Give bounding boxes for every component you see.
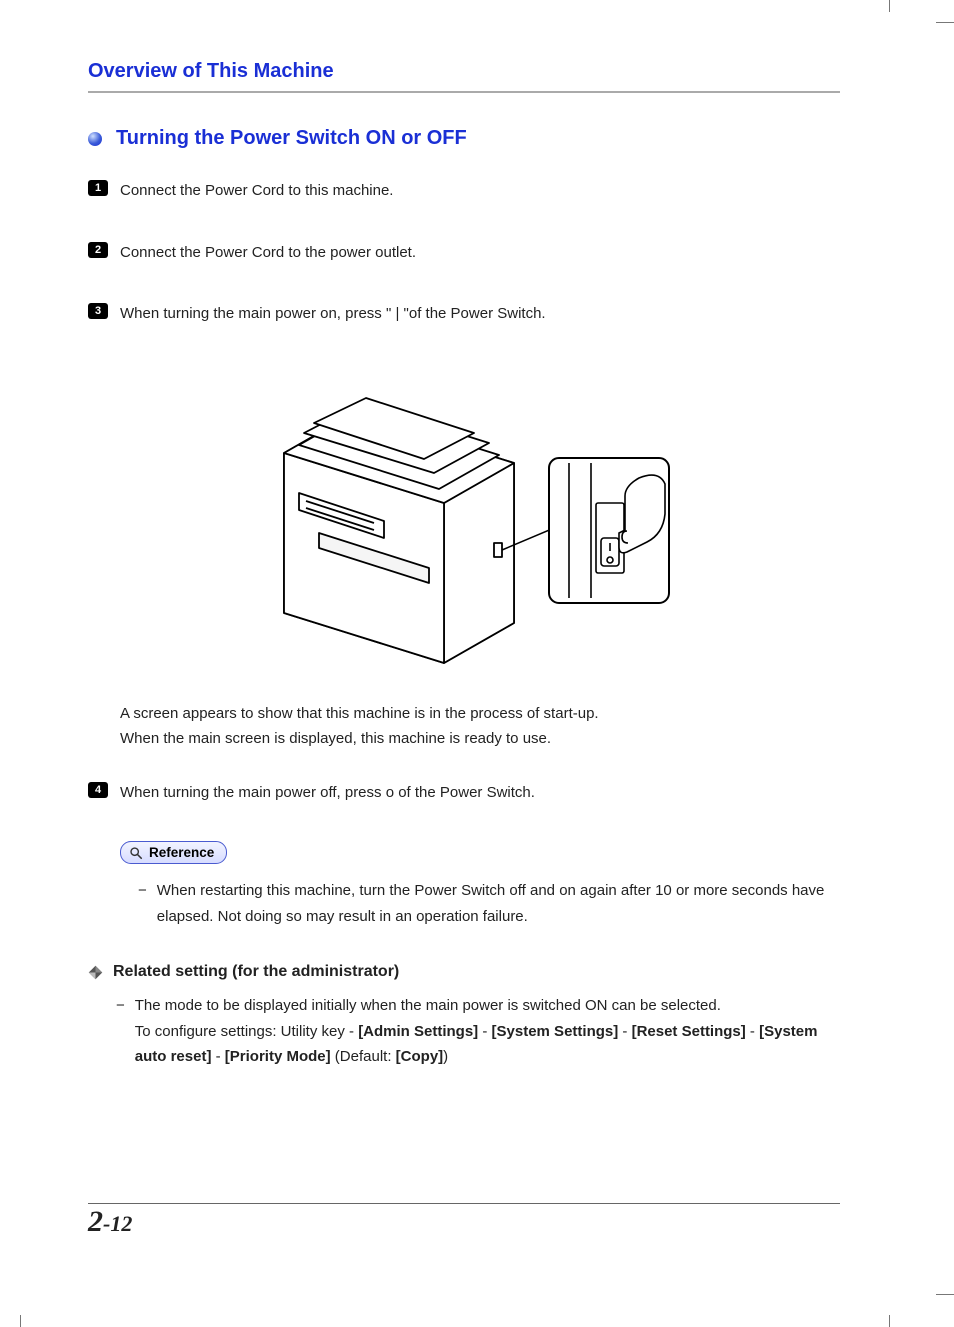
page-suffix: -12 [103,1211,132,1236]
reference-block: Reference − When restarting this machine… [120,841,840,929]
footer-divider [88,1203,840,1204]
step-text: When turning the main power off, press o… [120,780,535,806]
step-item: 3 When turning the main power on, press … [88,301,840,327]
step-number: 1 [88,180,108,196]
step-item: 4 When turning the main power off, press… [88,780,840,806]
reference-label: Reference [149,845,214,860]
sep: - [746,1023,759,1040]
section-title: Overview of This Machine [88,60,840,83]
config-path-2: [Reset Settings] [632,1023,746,1040]
chapter-number: 2 [88,1205,103,1238]
page-content: Overview of This Machine Turning the Pow… [88,60,840,1080]
step-number: 3 [88,303,108,319]
default-value: [Copy] [396,1048,444,1065]
sep: - [211,1048,224,1065]
after-image-text: A screen appears to show that this machi… [120,701,840,752]
step-text: Connect the Power Cord to this machine. [120,178,393,204]
config-prefix: To configure settings: Utility key - [135,1023,358,1040]
crop-mark [20,1315,21,1327]
subsection-heading: Turning the Power Switch ON or OFF [88,127,840,150]
config-path-0: [Admin Settings] [358,1023,478,1040]
step-item: 1 Connect the Power Cord to this machine… [88,178,840,204]
reference-item: − When restarting this machine, turn the… [138,878,840,929]
step-number: 4 [88,782,108,798]
step-text: Connect the Power Cord to the power outl… [120,240,416,266]
section-divider [88,91,840,93]
default-suffix: ) [443,1048,448,1065]
diamond-bullet-icon [88,965,103,980]
sep: - [478,1023,491,1040]
dash-bullet: − [138,878,147,929]
step-text: When turning the main power on, press " … [120,301,546,327]
dash-bullet: − [116,993,125,1070]
related-text: The mode to be displayed initially when … [135,993,840,1070]
crop-mark [936,22,954,23]
printer-illustration [244,363,684,673]
config-path-4: [Priority Mode] [225,1048,331,1065]
subsection-title: Turning the Power Switch ON or OFF [116,127,467,150]
reference-text: When restarting this machine, turn the P… [157,878,840,929]
related-item: − The mode to be displayed initially whe… [116,993,840,1070]
magnifier-icon [129,846,143,860]
crop-mark [889,0,890,12]
related-lead: The mode to be displayed initially when … [135,997,721,1014]
default-prefix: (Default: [331,1048,396,1065]
step-item: 2 Connect the Power Cord to the power ou… [88,240,840,266]
config-path-1: [System Settings] [492,1023,619,1040]
body-text: When the main screen is displayed, this … [120,726,840,752]
crop-mark [936,1294,954,1295]
crop-mark [889,1315,890,1327]
reference-badge: Reference [120,841,227,864]
related-title: Related setting (for the administrator) [113,963,399,981]
illustration-container [88,363,840,673]
step-number: 2 [88,242,108,258]
sep: - [618,1023,631,1040]
body-text: A screen appears to show that this machi… [120,701,840,727]
related-heading: Related setting (for the administrator) [88,963,840,981]
sphere-bullet-icon [88,132,102,146]
page-number: 2-12 [88,1205,132,1239]
